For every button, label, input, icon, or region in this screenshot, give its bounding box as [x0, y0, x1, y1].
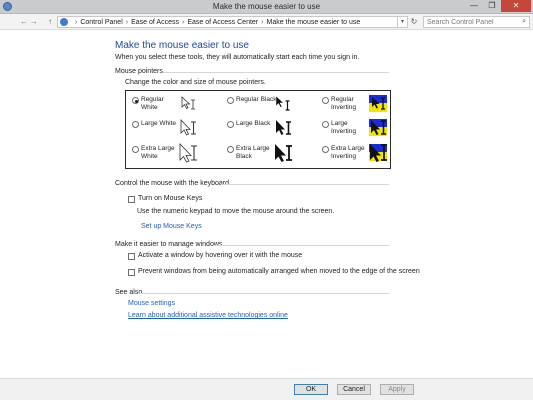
radio-button[interactable]: [322, 146, 329, 153]
mouse-settings-link[interactable]: Mouse settings: [128, 300, 175, 307]
pointer-option-label: Large Black: [236, 120, 271, 127]
search-box: ⌕: [423, 16, 530, 28]
pointer-option-regular-black[interactable]: Regular Black: [227, 94, 315, 116]
page-description: When you select these tools, they will a…: [115, 54, 360, 61]
breadcrumb-ease-of-access[interactable]: Ease of Access: [131, 19, 179, 26]
up-arrow-icon[interactable]: ↑: [48, 17, 52, 26]
hover-activate-checkbox[interactable]: [128, 253, 135, 260]
radio-button[interactable]: [322, 121, 329, 128]
breadcrumb: › Control Panel › Ease of Access › Ease of Ac…: [72, 18, 360, 27]
pointer-option-label: Extra Large White: [141, 145, 175, 160]
pointer-option-regular-inverting[interactable]: Regular Inverting: [322, 94, 410, 116]
section-divider: [163, 72, 389, 73]
pointer-option-extra-large-inverting[interactable]: Extra Large Inverting: [322, 143, 410, 165]
pointer-scheme-group: Regular White Regular Black Regular Inve…: [125, 90, 391, 169]
pointer-option-label: Large Inverting: [331, 120, 356, 135]
radio-button[interactable]: [322, 97, 329, 104]
pointer-option-label: Extra Large Inverting: [331, 145, 365, 160]
address-field[interactable]: › Control Panel › Ease of Access › Ease of Ac…: [57, 16, 398, 28]
apply-button[interactable]: Apply: [380, 384, 414, 395]
radio-button[interactable]: [132, 121, 139, 128]
radio-button[interactable]: [132, 97, 139, 104]
window-title: Make the mouse easier to use: [212, 2, 321, 11]
dialog-button-bar: OK Cancel Apply: [0, 378, 533, 400]
mouse-pointers-subheading: Change the color and size of mouse point…: [125, 79, 266, 86]
breadcrumb-separator: ›: [181, 19, 185, 26]
breadcrumb-current-page[interactable]: Make the mouse easier to use: [266, 19, 360, 26]
radio-button[interactable]: [227, 146, 234, 153]
title-bar: Make the mouse easier to use — ❐ ✕: [0, 0, 533, 14]
pointer-option-label: Extra Large Black: [236, 145, 270, 160]
white-pointer-preview-icon: [179, 143, 197, 163]
mouse-keys-description: Use the numeric keypad to move the mouse…: [137, 208, 335, 215]
pointer-option-extra-large-white[interactable]: Extra Large White: [132, 143, 220, 165]
prevent-arrange-checkbox[interactable]: [128, 269, 135, 276]
black-pointer-preview-icon: [275, 144, 292, 162]
hover-activate-label: Activate a window by hovering over it wi…: [138, 252, 303, 259]
mouse-pointers-heading: Mouse pointers: [115, 68, 163, 75]
windows-section-heading: Make it easier to manage windows: [115, 241, 223, 248]
pointer-option-large-inverting[interactable]: Large Inverting: [322, 118, 410, 140]
inverting-pointer-preview-icon: [369, 119, 387, 136]
forward-arrow-icon[interactable]: →: [30, 17, 38, 26]
pointer-option-label: Regular White: [141, 96, 164, 111]
page-title: Make the mouse easier to use: [115, 40, 249, 51]
black-pointer-preview-icon: [276, 120, 291, 135]
pointer-option-extra-large-black[interactable]: Extra Large Black: [227, 143, 315, 165]
breadcrumb-separator: ›: [75, 19, 78, 26]
control-panel-icon: [60, 18, 68, 26]
breadcrumb-ease-of-access-center[interactable]: Ease of Access Center: [187, 19, 258, 26]
inverting-pointer-preview-icon: [369, 144, 387, 162]
cancel-button[interactable]: Cancel: [337, 384, 371, 395]
pointer-option-label: Large White: [141, 120, 177, 127]
mouse-keys-label: Turn on Mouse Keys: [138, 195, 203, 202]
inverting-pointer-preview-icon: [369, 95, 387, 112]
address-bar: ← → ↑ › Control Panel › Ease of Access › Ease…: [0, 14, 533, 30]
white-pointer-preview-icon: [181, 96, 195, 110]
pointer-option-regular-white[interactable]: Regular White: [132, 94, 220, 116]
white-pointer-preview-icon: [180, 118, 196, 136]
ok-button[interactable]: OK: [294, 384, 328, 395]
prevent-arrange-label: Prevent windows from being automatically…: [138, 268, 420, 275]
keyboard-section-heading: Control the mouse with the keyboard: [115, 180, 230, 187]
breadcrumb-separator: ›: [261, 19, 264, 26]
section-divider: [213, 245, 389, 246]
assistive-technologies-link[interactable]: Learn about additional assistive technol…: [128, 312, 288, 319]
refresh-icon[interactable]: ↻: [408, 16, 420, 28]
search-input[interactable]: [424, 17, 514, 27]
minimize-button[interactable]: —: [465, 0, 483, 12]
setup-mouse-keys-link[interactable]: Set up Mouse Keys: [141, 223, 202, 230]
mouse-keys-checkbox[interactable]: [128, 196, 135, 203]
address-dropdown-icon[interactable]: ▾: [398, 16, 408, 28]
section-divider: [221, 184, 389, 185]
radio-button[interactable]: [227, 97, 234, 104]
pointer-option-label: Regular Inverting: [331, 96, 356, 111]
close-button[interactable]: ✕: [501, 0, 531, 12]
pointer-option-large-white[interactable]: Large White: [132, 118, 220, 140]
maximize-button[interactable]: ❐: [483, 0, 501, 12]
section-divider: [139, 293, 389, 294]
back-arrow-icon[interactable]: ←: [20, 17, 28, 26]
search-icon[interactable]: ⌕: [522, 18, 526, 26]
pointer-option-large-black[interactable]: Large Black: [227, 118, 315, 140]
radio-button[interactable]: [227, 121, 234, 128]
breadcrumb-separator: ›: [125, 19, 129, 26]
breadcrumb-control-panel[interactable]: Control Panel: [80, 19, 122, 26]
radio-button[interactable]: [132, 146, 139, 153]
black-pointer-preview-icon: [275, 95, 290, 111]
